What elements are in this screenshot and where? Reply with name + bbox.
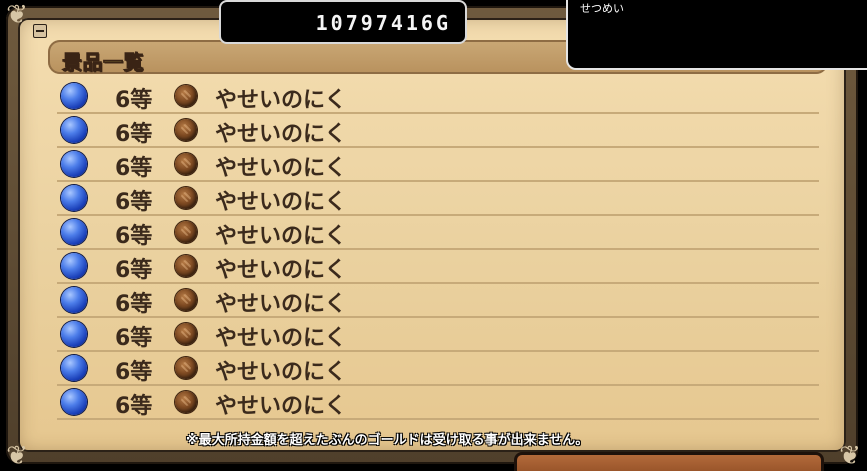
- corner-flourish-icon: ❦: [6, 0, 28, 30]
- meat-icon: [175, 323, 197, 345]
- meat-icon: [175, 357, 197, 379]
- prize-item-name: やせいのにく: [215, 326, 347, 351]
- blue-orb-icon: [61, 355, 87, 381]
- prize-rank: 6等: [115, 326, 153, 351]
- list-item[interactable]: 6等 やせいのにく: [57, 352, 819, 386]
- gold-amount: 10797416G: [315, 11, 451, 35]
- meat-icon: [175, 153, 197, 175]
- prize-rank: 6等: [115, 224, 153, 249]
- prize-rank: 6等: [115, 360, 153, 385]
- blue-orb-icon: [61, 117, 87, 143]
- bottom-action-button[interactable]: [514, 452, 824, 471]
- prize-item-name: やせいのにく: [215, 88, 347, 113]
- blue-orb-icon: [61, 321, 87, 347]
- prize-item-name: やせいのにく: [215, 394, 347, 419]
- list-item[interactable]: 6等 やせいのにく: [57, 148, 819, 182]
- meat-icon: [175, 255, 197, 277]
- corner-flourish-icon: ❦: [6, 441, 28, 471]
- minimize-icon[interactable]: [33, 24, 47, 38]
- prize-item-name: やせいのにく: [215, 360, 347, 385]
- blue-orb-icon: [61, 185, 87, 211]
- blue-orb-icon: [61, 219, 87, 245]
- blue-orb-icon: [61, 151, 87, 177]
- meat-icon: [175, 221, 197, 243]
- description-window: せつめい: [566, 0, 867, 70]
- gold-display: 10797416G: [219, 0, 467, 44]
- blue-orb-icon: [61, 83, 87, 109]
- meat-icon: [175, 289, 197, 311]
- prize-rank: 6等: [115, 258, 153, 283]
- list-item[interactable]: 6等 やせいのにく: [57, 216, 819, 250]
- meat-icon: [175, 391, 197, 413]
- blue-orb-icon: [61, 389, 87, 415]
- prize-rank: 6等: [115, 394, 153, 419]
- prize-rank: 6等: [115, 88, 153, 113]
- blue-orb-icon: [61, 253, 87, 279]
- prize-rank: 6等: [115, 190, 153, 215]
- meat-icon: [175, 119, 197, 141]
- list-item[interactable]: 6等 やせいのにく: [57, 318, 819, 352]
- prize-item-name: やせいのにく: [215, 258, 347, 283]
- prize-item-name: やせいのにく: [215, 292, 347, 317]
- prize-list: 6等 やせいのにく 6等 やせいのにく 6等 やせいのにく 6等 やせいのにく 6等 やせいのにく…: [57, 80, 819, 420]
- list-item[interactable]: 6等 やせいのにく: [57, 80, 819, 114]
- page-title: 景品一覧: [62, 50, 144, 75]
- list-item[interactable]: 6等 やせいのにく: [57, 386, 819, 420]
- prize-item-name: やせいのにく: [215, 224, 347, 249]
- prize-list-screen: ❦ ❦ ❦ ❦ 景品一覧 10797416G せつめい 6等やせいのにく6等やせ…: [0, 0, 867, 471]
- meat-icon: [175, 85, 197, 107]
- description-label: せつめい: [580, 2, 624, 15]
- list-item[interactable]: 6等 やせいのにく: [57, 182, 819, 216]
- list-item[interactable]: 6等 やせいのにく: [57, 114, 819, 148]
- prize-rank: 6等: [115, 122, 153, 147]
- meat-icon: [175, 187, 197, 209]
- blue-orb-icon: [61, 287, 87, 313]
- gold-limit-note: ※最大所持金額を超えたぶんのゴールドは受け取る事が出来ません。: [186, 433, 589, 448]
- list-item[interactable]: 6等 やせいのにく: [57, 284, 819, 318]
- list-item[interactable]: 6等 やせいのにく: [57, 250, 819, 284]
- prize-rank: 6等: [115, 292, 153, 317]
- prize-item-name: やせいのにく: [215, 122, 347, 147]
- prize-item-name: やせいのにく: [215, 190, 347, 215]
- prize-rank: 6等: [115, 156, 153, 181]
- prize-item-name: やせいのにく: [215, 156, 347, 181]
- corner-flourish-icon: ❦: [839, 441, 861, 471]
